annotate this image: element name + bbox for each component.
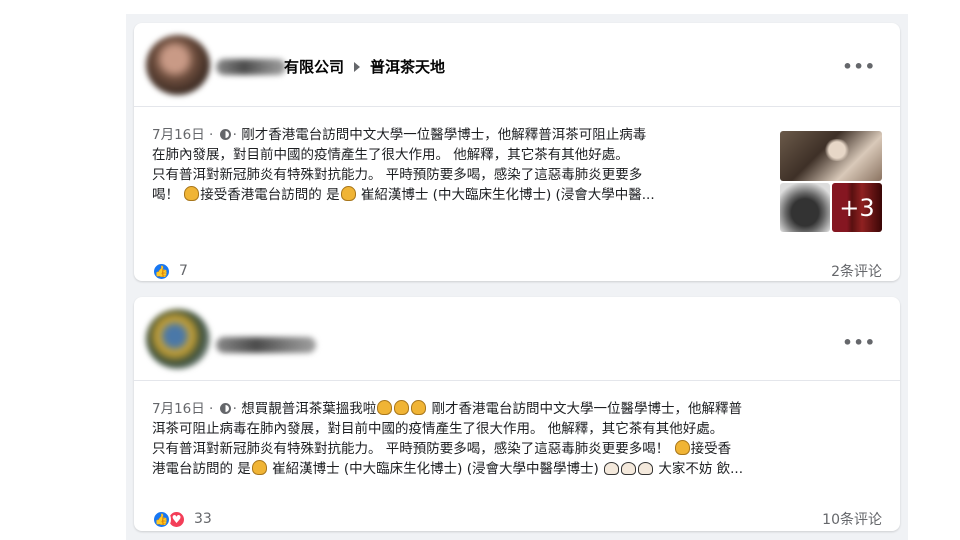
praying-hands-icon: [638, 462, 654, 475]
like-icon: 👍: [152, 509, 171, 529]
author-name[interactable]: 有限公司: [284, 56, 344, 77]
more-options-icon[interactable]: •••: [842, 333, 876, 352]
text-line: 只有普洱對新冠肺炎有特殊對抗能力。 平時預防要多喝，感染了這惡毒肺炎更要多喝！: [152, 441, 670, 457]
post-footer: 👍 ♥ 33 10条评论: [152, 509, 882, 529]
pointing-hand-icon: [251, 460, 267, 475]
like-icon: 👍: [152, 261, 171, 281]
text-line: 在肺內發展，對目前中國的疫情產生了很大作用。 他解釋，其它茶有其他好處。: [152, 147, 629, 163]
avatar[interactable]: [146, 35, 210, 95]
globe-icon: [219, 129, 231, 140]
post-title-row: 有限公司 普洱茶天地: [284, 56, 445, 77]
pointing-hand-icon: [184, 186, 200, 201]
post-card: 有限公司 普洱茶天地 ••• 7月16日 · · 剛才香港電台訪問中文大學一位醫…: [134, 23, 900, 281]
post-header: 有限公司 普洱茶天地 •••: [134, 23, 900, 107]
text-line: 崔紹漢博士 (中大臨床生化博士) (浸會大學中醫學博士): [267, 461, 599, 477]
news-feed: 有限公司 普洱茶天地 ••• 7月16日 · · 剛才香港電台訪問中文大學一位醫…: [126, 14, 908, 540]
text-line: 洱茶可阻止病毒在肺內發展，對目前中國的疫情產生了很大作用。 他解釋，其它茶有其他…: [152, 421, 724, 437]
post-footer: 👍 7 2条评论: [152, 261, 882, 281]
text-line: 剛才香港電台訪問中文大學一位醫學博士，他解釋普洱茶可阻止病毒: [241, 127, 647, 143]
pointing-hand-icon: [340, 186, 356, 201]
text-line: 只有普洱對新冠肺炎有特殊對抗能力。 平時預防要多喝，感染了這惡毒肺炎更要多: [152, 167, 643, 183]
text-line: 接受香港電台訪問的 是: [200, 187, 340, 203]
text-line: 港電台訪問的 是: [152, 461, 251, 477]
praying-hands-icon: [604, 462, 620, 475]
post-date[interactable]: 7月16日 ·: [152, 127, 213, 143]
reactions[interactable]: 👍 ♥ 33: [152, 509, 212, 529]
pointing-hand-icon: [674, 440, 690, 455]
text-line[interactable]: 大家不妨 飲...: [654, 461, 743, 477]
post-header: •••: [134, 297, 900, 381]
post-date[interactable]: 7月16日 ·: [152, 401, 213, 417]
tea-leaves-photo[interactable]: [780, 183, 830, 232]
blurred-author-name[interactable]: [216, 59, 286, 75]
text-line: 想買靚普洱茶葉搵我啦: [241, 401, 377, 417]
comments-count[interactable]: 10条评论: [822, 509, 882, 529]
comments-count[interactable]: 2条评论: [831, 261, 882, 281]
text-line: 剛才香港電台訪問中文大學一位醫學博士，他解釋普: [427, 401, 743, 417]
pointing-hand-icon: [377, 400, 393, 415]
pointing-hand-icon: [411, 400, 427, 415]
pointing-hand-icon: [394, 400, 410, 415]
arrow-right-icon: [354, 61, 361, 72]
post-body: 7月16日 · · 剛才香港電台訪問中文大學一位醫學博士，他解釋普洱茶可阻止病毒…: [152, 125, 882, 205]
post-body: 7月16日 · · 想買靚普洱茶葉搵我啦 剛才香港電台訪問中文大學一位醫學博士，…: [152, 399, 882, 479]
text-line: 接受香: [690, 441, 732, 457]
photo-grid[interactable]: +3: [780, 131, 882, 232]
more-photos-count[interactable]: +3: [832, 183, 882, 232]
post-card: ••• 7月16日 · · 想買靚普洱茶葉搵我啦 剛才香港電台訪問中文大學一位醫…: [134, 297, 900, 531]
text-line: 喝！: [152, 187, 179, 203]
reaction-count[interactable]: 33: [194, 511, 212, 527]
text-line[interactable]: 崔紹漢博士 (中大臨床生化博士) (浸會大學中醫...: [357, 187, 655, 203]
reactions[interactable]: 👍 7: [152, 261, 188, 281]
reaction-count[interactable]: 7: [179, 263, 188, 279]
group-name[interactable]: 普洱茶天地: [370, 56, 445, 77]
tea-photo[interactable]: [780, 131, 882, 181]
post-text: 7月16日 · · 剛才香港電台訪問中文大學一位醫學博士，他解釋普洱茶可阻止病毒…: [152, 125, 764, 205]
post-text: 7月16日 · · 想買靚普洱茶葉搵我啦 剛才香港電台訪問中文大學一位醫學博士，…: [152, 399, 888, 479]
avatar[interactable]: [146, 309, 210, 369]
praying-hands-icon: [621, 462, 637, 475]
globe-icon: [219, 403, 231, 414]
blurred-author-name[interactable]: [216, 337, 316, 353]
more-options-icon[interactable]: •••: [842, 57, 876, 76]
